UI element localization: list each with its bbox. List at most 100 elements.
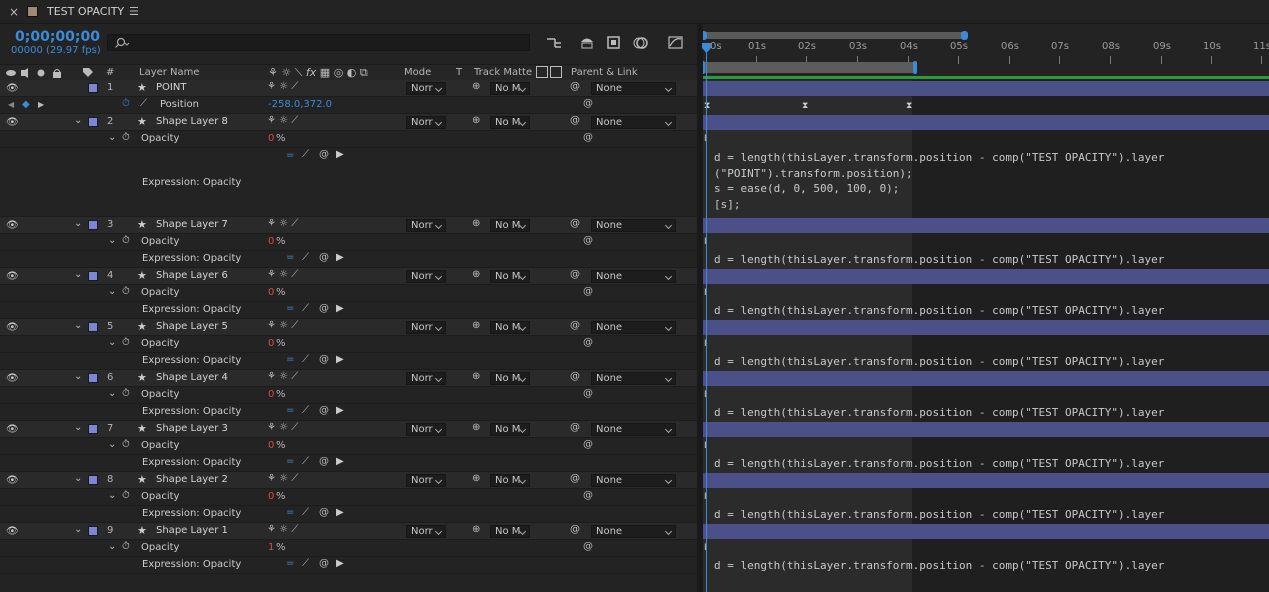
pickwhip-icon[interactable]: @	[583, 337, 593, 348]
enable-expression-icon[interactable]: =	[286, 150, 294, 161]
close-tab-icon[interactable]: ×	[9, 5, 19, 19]
mode-dropdown[interactable]: Norr	[406, 321, 446, 334]
track-matte-link-icon[interactable]: ⊕	[472, 524, 480, 535]
frame-blending-icon[interactable]	[606, 35, 622, 50]
layer-row[interactable]: 👁 ⌄ 7 ★ Shape Layer 3 ⚘ ☼ ⟋ Norr ⊕ No M …	[0, 421, 697, 438]
layer-switches[interactable]: ⚘ ☼ ⟋	[267, 422, 298, 433]
expand-chevron-icon[interactable]: ⌄	[108, 235, 116, 246]
expression-editor[interactable]: d = length(thisLayer.transform.position …	[714, 150, 1164, 212]
label-color-swatch[interactable]	[88, 424, 98, 434]
parent-dropdown[interactable]: None	[591, 116, 676, 129]
expression-row[interactable]: = ⟋ @ ▶ Expression: Opacity	[0, 148, 697, 217]
label-color-swatch[interactable]	[88, 83, 98, 93]
opacity-value[interactable]: 0	[268, 440, 274, 451]
expression-graph-icon[interactable]: ⟋	[302, 507, 309, 518]
track-matte-dropdown[interactable]: No M	[490, 116, 530, 129]
expression-graph-icon[interactable]: ⟋	[302, 149, 309, 160]
stopwatch-icon[interactable]: ⏱	[122, 337, 130, 348]
expression-editor[interactable]: d = length(thisLayer.transform.position …	[714, 303, 1164, 319]
layer-name[interactable]: Shape Layer 1	[156, 525, 228, 536]
keyframe-marker[interactable]: ⧗	[906, 101, 912, 111]
layer-duration-bar[interactable]	[703, 269, 1269, 284]
layer-name[interactable]: Shape Layer 6	[156, 270, 228, 281]
motion-blur-icon[interactable]	[632, 35, 649, 50]
video-toggle-eye-icon[interactable]: 👁	[6, 220, 19, 231]
search-input[interactable]	[107, 34, 530, 51]
layer-switches[interactable]: ⚘ ☼ ⟋	[267, 115, 298, 126]
parent-pickwhip-icon[interactable]: @	[570, 320, 580, 331]
layer-name[interactable]: Shape Layer 3	[156, 423, 228, 434]
parent-pickwhip-icon[interactable]: @	[570, 422, 580, 433]
expand-chevron-icon[interactable]: ⌄	[74, 422, 82, 433]
layer-duration-bar[interactable]	[703, 422, 1269, 437]
playhead-handle[interactable]	[701, 42, 712, 54]
pickwhip-icon[interactable]: @	[583, 490, 593, 501]
time-navigator-end-handle[interactable]	[961, 31, 968, 40]
layer-switches[interactable]: ⚘ ☼ ⟋	[267, 371, 298, 382]
enable-expression-icon[interactable]: =	[286, 456, 294, 467]
expression-row[interactable]: Expression: Opacity = ⟋ @ ▶	[0, 404, 697, 421]
expression-graph-icon[interactable]: ⟋	[302, 405, 309, 416]
pickwhip-icon[interactable]: @	[583, 439, 593, 450]
parent-pickwhip-icon[interactable]: @	[570, 473, 580, 484]
panel-divider[interactable]	[697, 24, 703, 592]
expression-pickwhip-icon[interactable]: @	[319, 354, 329, 365]
expand-chevron-icon[interactable]: ⌄	[108, 388, 116, 399]
property-row-opacity[interactable]: ⌄ ⏱ Opacity 0 % @	[0, 438, 697, 455]
expression-language-menu-icon[interactable]: ▶	[336, 456, 344, 467]
track-matte-link-icon[interactable]: ⊕	[472, 218, 480, 229]
video-toggle-eye-icon[interactable]: 👁	[6, 424, 19, 435]
layer-duration-bar[interactable]	[703, 81, 1269, 96]
enable-expression-icon[interactable]: =	[286, 405, 294, 416]
comp-tab-title[interactable]: TEST OPACITY	[47, 5, 124, 18]
expand-chevron-icon[interactable]: ⌄	[108, 541, 116, 552]
layer-duration-bar[interactable]	[703, 320, 1269, 335]
track-matte-link-icon[interactable]: ⊕	[472, 81, 480, 92]
expand-chevron-icon[interactable]: ⌄	[74, 473, 82, 484]
expression-language-menu-icon[interactable]: ▶	[336, 354, 344, 365]
video-toggle-eye-icon[interactable]: 👁	[6, 83, 19, 94]
layer-name[interactable]: Shape Layer 7	[156, 219, 228, 230]
prev-keyframe-icon[interactable]: ◀	[8, 100, 14, 109]
expression-graph-icon[interactable]: ⟋	[302, 456, 309, 467]
enable-expression-icon[interactable]: =	[286, 558, 294, 569]
parent-pickwhip-icon[interactable]: @	[570, 371, 580, 382]
mode-dropdown[interactable]: Norr	[406, 219, 446, 232]
work-area-end-handle[interactable]	[913, 61, 917, 74]
work-area-bar[interactable]	[703, 62, 916, 73]
layer-name[interactable]: POINT	[156, 82, 186, 93]
opacity-value[interactable]: 0	[268, 236, 274, 247]
track-matte-dropdown[interactable]: No M	[490, 219, 530, 232]
layer-name[interactable]: Shape Layer 5	[156, 321, 228, 332]
parent-pickwhip-icon[interactable]: @	[570, 218, 580, 229]
layer-switches[interactable]: ⚘ ☼ ⟋	[267, 320, 298, 331]
panel-menu-icon[interactable]: ☰	[129, 5, 139, 18]
expression-row[interactable]: Expression: Opacity = ⟋ @ ▶	[0, 455, 697, 472]
expression-row[interactable]: Expression: Opacity = ⟋ @ ▶	[0, 557, 697, 574]
parent-pickwhip-icon[interactable]: @	[570, 81, 580, 92]
opacity-value[interactable]: 0	[268, 287, 274, 298]
expression-editor[interactable]: d = length(thisLayer.transform.position …	[714, 507, 1164, 523]
keyframe-marker[interactable]: ⧗	[802, 101, 808, 111]
expression-pickwhip-icon[interactable]: @	[319, 252, 329, 263]
track-matte-link-icon[interactable]: ⊕	[472, 473, 480, 484]
expression-language-menu-icon[interactable]: ▶	[336, 252, 344, 263]
track-matte-dropdown[interactable]: No M	[490, 270, 530, 283]
property-row-opacity[interactable]: ⌄ ⏱ Opacity 0 % @	[0, 285, 697, 302]
layer-name[interactable]: Shape Layer 2	[156, 474, 228, 485]
stopwatch-icon[interactable]: ⏱	[122, 490, 130, 501]
next-keyframe-icon[interactable]: ▶	[38, 100, 44, 109]
stopwatch-icon[interactable]: ⏱	[122, 235, 130, 246]
label-color-swatch[interactable]	[88, 117, 98, 127]
mode-dropdown[interactable]: Norr	[406, 423, 446, 436]
label-color-swatch[interactable]	[88, 220, 98, 230]
expression-pickwhip-icon[interactable]: @	[319, 507, 329, 518]
expression-graph-icon[interactable]: ⟋	[302, 252, 309, 263]
expression-editor[interactable]: d = length(thisLayer.transform.position …	[714, 456, 1164, 472]
opacity-value[interactable]: 0	[268, 338, 274, 349]
mode-dropdown[interactable]: Norr	[406, 270, 446, 283]
layer-row[interactable]: 👁 ⌄ 9 ★ Shape Layer 1 ⚘ ☼ ⟋ Norr ⊕ No M …	[0, 523, 697, 540]
expression-row[interactable]: Expression: Opacity = ⟋ @ ▶	[0, 302, 697, 319]
stopwatch-icon[interactable]: ⏱	[122, 388, 130, 399]
expression-row[interactable]: Expression: Opacity = ⟋ @ ▶	[0, 251, 697, 268]
